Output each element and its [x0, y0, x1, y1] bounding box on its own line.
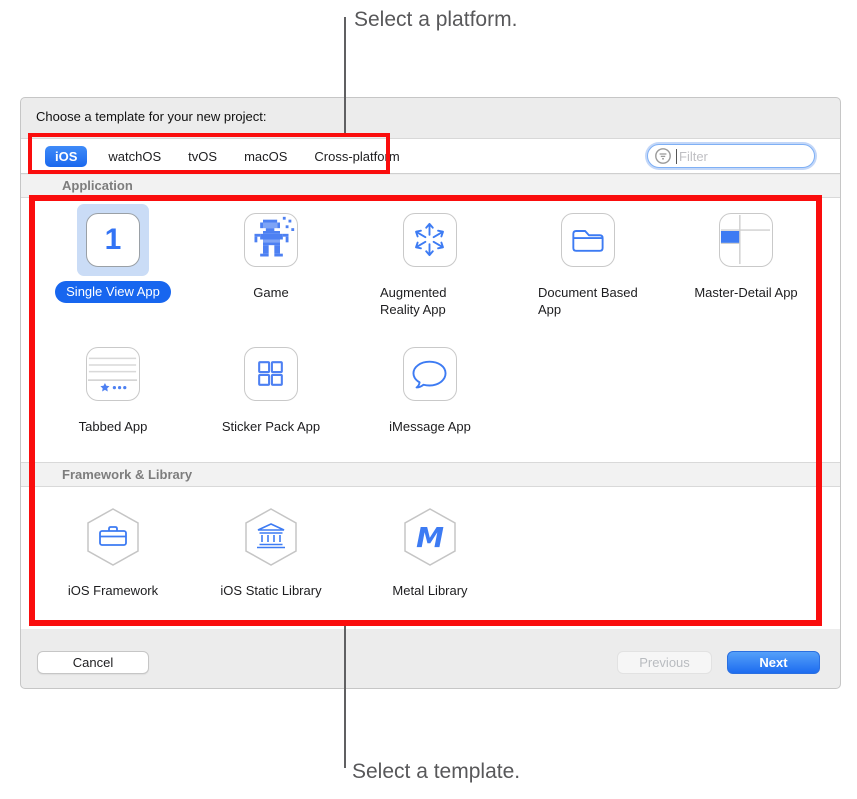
template-label: Single View App: [55, 281, 171, 303]
split-view-icon: [719, 213, 773, 267]
template-tabbed-app[interactable]: Tabbed App: [38, 338, 188, 435]
sticker-grid-icon: [244, 347, 298, 401]
template-label: Augmented Reality App: [380, 284, 480, 318]
template-game[interactable]: Game: [196, 204, 346, 301]
filter-field[interactable]: [647, 144, 815, 168]
template-metal-library[interactable]: M Metal Library: [355, 498, 505, 599]
template-document-based-app[interactable]: Document Based App: [513, 204, 663, 318]
new-project-dialog: Choose a template for your new project: …: [20, 97, 841, 689]
template-augmented-reality-app[interactable]: Augmented Reality App: [355, 204, 505, 318]
tab-watchos[interactable]: watchOS: [102, 147, 167, 166]
template-sticker-pack-app[interactable]: Sticker Pack App: [196, 338, 346, 435]
template-master-detail-app[interactable]: Master-Detail App: [671, 204, 821, 301]
section-header-application: Application: [21, 175, 840, 198]
callout-line-top: [344, 17, 346, 134]
tab-ios[interactable]: iOS: [45, 146, 87, 167]
template-ios-framework[interactable]: iOS Framework: [38, 498, 188, 599]
template-single-view-app[interactable]: 1 Single View App: [38, 204, 188, 303]
ar-arrows-icon: [403, 213, 457, 267]
single-view-app-icon: 1: [86, 213, 140, 267]
folder-icon: [561, 213, 615, 267]
briefcase-hexagon-icon: [76, 498, 150, 574]
template-label: Document Based App: [538, 284, 638, 318]
cancel-button[interactable]: Cancel: [37, 651, 149, 674]
callout-line-bottom: [344, 625, 346, 768]
platform-tab-bar: iOS watchOS tvOS macOS Cross-platform: [21, 138, 840, 174]
template-label: Tabbed App: [79, 418, 148, 435]
tab-cross-platform[interactable]: Cross-platform: [308, 147, 405, 166]
dialog-title: Choose a template for your new project:: [36, 109, 267, 124]
template-label: iOS Framework: [68, 582, 158, 599]
template-label: Game: [253, 284, 288, 301]
template-imessage-app[interactable]: iMessage App: [355, 338, 505, 435]
template-ios-static-library[interactable]: iOS Static Library: [196, 498, 346, 599]
template-label: iMessage App: [389, 418, 471, 435]
template-label: Master-Detail App: [694, 284, 797, 301]
next-button[interactable]: Next: [727, 651, 820, 674]
tab-bar-icon: [86, 347, 140, 401]
annotation-select-platform: Select a platform.: [354, 8, 517, 32]
bank-hexagon-icon: [234, 498, 308, 574]
metal-hexagon-icon: M: [393, 498, 467, 574]
tab-tvos[interactable]: tvOS: [182, 147, 223, 166]
template-label: Sticker Pack App: [222, 418, 320, 435]
section-header-framework-library: Framework & Library: [21, 462, 840, 487]
game-robot-icon: [244, 213, 298, 267]
svg-text:M: M: [416, 521, 444, 554]
annotation-select-template: Select a template.: [352, 760, 520, 784]
previous-button[interactable]: Previous: [617, 651, 712, 674]
filter-icon: [654, 147, 672, 165]
template-label: iOS Static Library: [220, 582, 321, 599]
filter-input[interactable]: [677, 149, 808, 164]
speech-bubble-icon: [403, 347, 457, 401]
template-label: Metal Library: [392, 582, 467, 599]
tab-macos[interactable]: macOS: [238, 147, 293, 166]
